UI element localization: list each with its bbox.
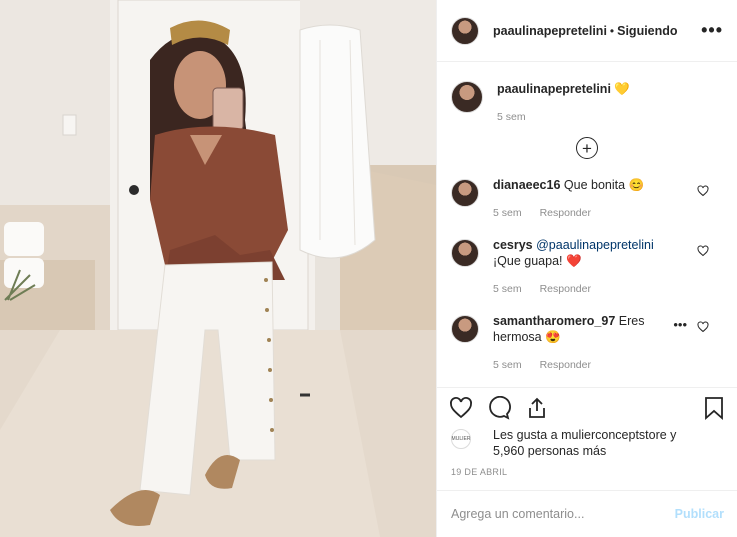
caption-time[interactable]: 5 sem — [497, 109, 526, 125]
avatar[interactable] — [451, 315, 479, 343]
avatar[interactable] — [451, 239, 479, 267]
comment-input[interactable] — [451, 507, 675, 521]
likes-line-2[interactable]: 5,960 personas más — [493, 443, 676, 459]
caption-username[interactable]: paaulinapepretelini — [497, 82, 611, 96]
follow-status[interactable]: Siguiendo — [617, 24, 677, 38]
action-bar — [437, 387, 737, 427]
likes-line-1[interactable]: Les gusta a mulierconceptstore y — [493, 427, 676, 443]
comments-list[interactable]: paaulinapepretelini 💛 5 sem + dianaeec16… — [437, 62, 737, 387]
avatar[interactable] — [451, 179, 479, 207]
more-options-icon[interactable]: ••• — [701, 20, 723, 41]
caption: paaulinapepretelini 💛 5 sem — [437, 62, 737, 125]
like-comment-icon[interactable] — [697, 321, 709, 333]
comment-time[interactable]: 5 sem — [493, 357, 522, 373]
like-comment-icon[interactable] — [697, 245, 709, 257]
post-date[interactable]: 19 DE ABRIL — [437, 459, 737, 477]
publish-button[interactable]: Publicar — [675, 507, 724, 521]
comment-mention[interactable]: @paaulinapepretelini — [536, 238, 654, 252]
comment-item: samantharomero_97 Eres hermosa 😍 5 sem Re… — [437, 313, 737, 373]
add-comment-bar: Publicar — [437, 490, 737, 537]
post-header: paaulinapepretelini • Siguiendo ••• — [437, 0, 737, 62]
bookmark-icon[interactable] — [703, 396, 725, 420]
heart-icon[interactable] — [449, 396, 473, 420]
caption-emoji: 💛 — [614, 82, 630, 96]
avatar[interactable] — [451, 81, 483, 113]
comment-options-icon[interactable]: ••• — [673, 317, 687, 332]
share-icon[interactable] — [525, 396, 549, 420]
separator-dot: • — [609, 23, 615, 38]
liker-avatar[interactable]: MULIER — [451, 429, 471, 449]
post-image — [0, 0, 436, 537]
comment-time[interactable]: 5 sem — [493, 205, 522, 221]
comment-text: Que bonita 😊 — [563, 178, 645, 192]
load-more-comments[interactable]: + — [437, 137, 737, 159]
reply-button[interactable]: Responder — [540, 281, 591, 297]
comment-item: cesrys @paaulinapepretelini ¡Que guapa! … — [437, 237, 737, 297]
comment-icon[interactable] — [487, 395, 511, 420]
reply-button[interactable]: Responder — [540, 357, 591, 373]
comment-text: ¡Que guapa! ❤️ — [493, 254, 582, 268]
comment-item: dianaeec16 Que bonita 😊 5 sem Responder — [437, 177, 737, 221]
avatar[interactable] — [451, 16, 479, 45]
likes-summary: MULIER Les gusta a mulierconceptstore y … — [437, 427, 737, 459]
comment-username[interactable]: dianaeec16 — [493, 178, 560, 192]
comment-username[interactable]: samantharomero_97 — [493, 314, 615, 328]
like-comment-icon[interactable] — [697, 185, 709, 197]
post-sidebar: paaulinapepretelini • Siguiendo ••• paau… — [436, 0, 737, 537]
post-photo[interactable] — [0, 0, 436, 537]
header-username[interactable]: paaulinapepretelini — [493, 24, 607, 38]
comment-username[interactable]: cesrys — [493, 238, 533, 252]
comment-time[interactable]: 5 sem — [493, 281, 522, 297]
reply-button[interactable]: Responder — [540, 205, 591, 221]
add-circle-icon[interactable]: + — [576, 137, 598, 159]
